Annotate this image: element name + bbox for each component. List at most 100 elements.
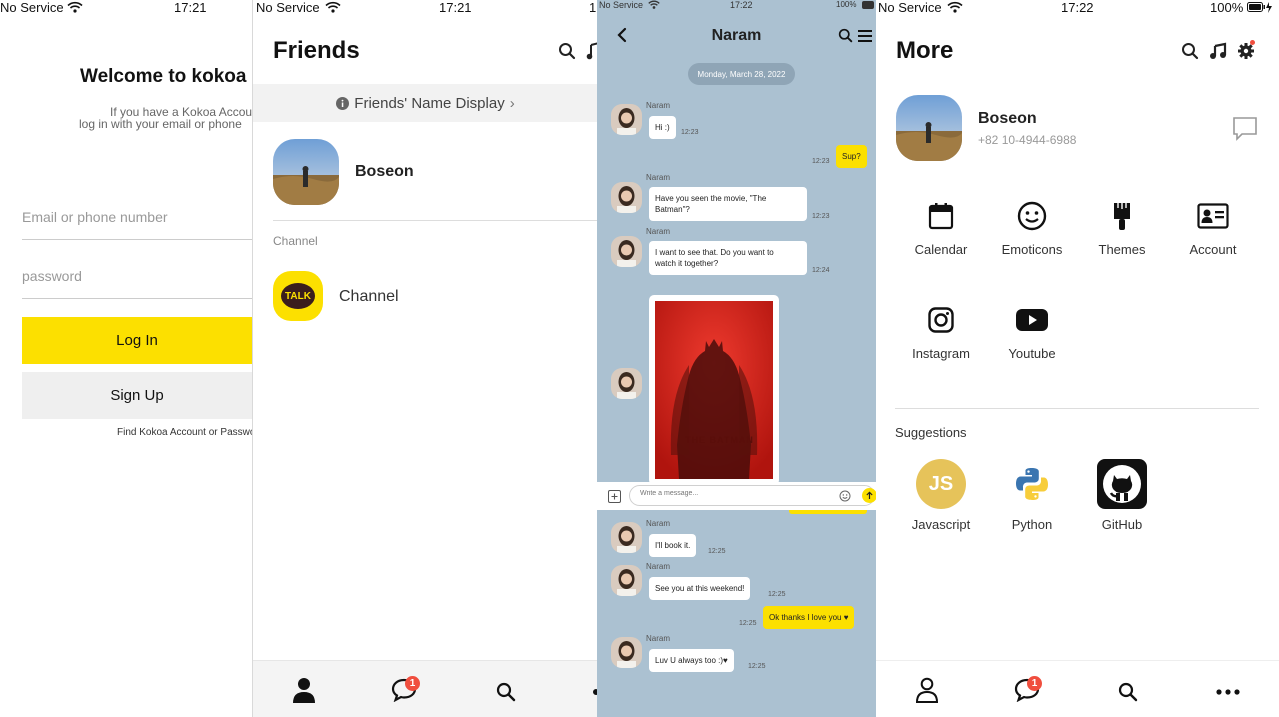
status-time: 17:22	[1061, 0, 1094, 15]
avatar[interactable]	[611, 368, 642, 399]
search-icon[interactable]	[1181, 42, 1199, 60]
youtube-icon	[987, 302, 1077, 338]
signup-button[interactable]: Sign Up	[22, 372, 252, 419]
section-label-suggestions: Suggestions	[895, 425, 967, 440]
channel-name[interactable]: Channel	[339, 288, 399, 306]
status-carrier: No Service	[878, 0, 942, 15]
message-input-wrapper	[629, 485, 876, 506]
sender-name: Naram	[646, 562, 671, 571]
chat-title: Naram	[711, 27, 762, 44]
email-field-wrapper	[22, 189, 252, 240]
message-bubble[interactable]: I'll book it.	[649, 534, 697, 557]
suggestion-github[interactable]: GitHub	[1077, 459, 1167, 532]
status-battery: 100%	[836, 0, 857, 9]
profile-name[interactable]: Boseon	[355, 163, 414, 181]
message-bubble[interactable]: I want to see that. Do you want to watch…	[649, 241, 807, 275]
instagram-icon	[896, 302, 986, 338]
suggestion-javascript[interactable]: JS Javascript	[896, 459, 986, 532]
message-bubble[interactable]: Hi :)	[649, 116, 676, 139]
smile-icon	[987, 198, 1077, 234]
message-time: 12:25	[708, 548, 726, 555]
menu-calendar[interactable]: Calendar	[896, 198, 986, 257]
sender-name: Naram	[646, 101, 671, 110]
avatar[interactable]	[611, 182, 642, 213]
search-icon[interactable]	[496, 682, 516, 702]
search-icon[interactable]	[838, 28, 853, 43]
send-button[interactable]	[862, 488, 876, 503]
avatar[interactable]	[611, 522, 642, 553]
message-time: 12:25	[748, 663, 766, 670]
message-text-line1: Have you seen the movie, "The	[655, 194, 767, 203]
message-input[interactable]	[638, 489, 832, 498]
emoji-icon[interactable]	[839, 490, 851, 502]
unread-badge: 1	[1027, 676, 1042, 691]
suggestion-python[interactable]: Python	[987, 459, 1077, 532]
login-button[interactable]: Log In	[22, 317, 252, 364]
password-field[interactable]	[22, 268, 252, 284]
suggestion-label: GitHub	[1101, 517, 1143, 532]
welcome-title: Welcome to kokoa C	[80, 66, 252, 87]
person-outline-icon[interactable]	[915, 677, 939, 703]
wifi-icon	[325, 1, 341, 13]
avatar[interactable]	[611, 236, 642, 267]
login-screen: No Service 17:21 Welcome to kokoa C If y…	[0, 0, 252, 717]
unread-badge: 1	[405, 676, 420, 691]
wifi-icon	[648, 0, 660, 9]
bottom-tab-bar: 1	[876, 660, 1279, 717]
message-time: 12:23	[681, 129, 699, 136]
message-time: 12:25	[739, 620, 757, 627]
menu-emoticons[interactable]: Emoticons	[987, 198, 1077, 257]
find-account-link[interactable]: Find Kokoa Account or Passwo	[117, 427, 252, 438]
status-carrier: No Service	[256, 0, 320, 15]
avatar[interactable]	[611, 565, 642, 596]
status-carrier: No Service	[599, 0, 644, 10]
menu-themes[interactable]: Themes	[1077, 198, 1167, 257]
menu-label: Account	[1189, 242, 1237, 257]
banner-label: Friends' Name Display	[354, 94, 505, 112]
person-icon[interactable]	[292, 677, 316, 703]
message-time: 12:23	[812, 158, 830, 165]
menu-youtube[interactable]: Youtube	[987, 302, 1077, 361]
message-bubble[interactable]: Have you seen the movie, "The Batman"?	[649, 187, 807, 221]
search-icon[interactable]	[1118, 682, 1138, 702]
notification-dot	[1250, 40, 1255, 45]
menu-account[interactable]: Account	[1168, 198, 1258, 257]
sender-name: Naram	[646, 227, 671, 236]
message-bubble-mine[interactable]: Ok thanks I love you ♥	[763, 606, 855, 629]
suggestion-label: Python	[1011, 517, 1053, 532]
menu-icon[interactable]	[858, 30, 872, 42]
profile-phone: +82 10-4944-6988	[978, 133, 1077, 147]
attach-plus-icon[interactable]	[608, 490, 621, 503]
message-composer	[597, 482, 876, 510]
message-bubble[interactable]: Luv U always too :)♥	[649, 649, 734, 672]
message-text-line2: watch it together?	[655, 259, 719, 268]
image-message[interactable]: THE BATMAN	[649, 295, 779, 485]
menu-label: Instagram	[912, 346, 970, 361]
avatar[interactable]	[896, 95, 962, 161]
wifi-icon	[67, 1, 83, 13]
message-text-line1: I want to see that. Do you want to	[655, 248, 774, 257]
friends-screen: No Service 17:21 1( Friends Friends' Nam…	[252, 0, 598, 717]
profile-name[interactable]: Boseon	[978, 110, 1037, 128]
message-bubble-mine[interactable]: Sup?	[836, 145, 867, 168]
battery-icon	[862, 1, 874, 9]
avatar[interactable]	[611, 637, 642, 668]
name-display-banner[interactable]: Friends' Name Display ›	[253, 84, 598, 122]
avatar[interactable]	[611, 104, 642, 135]
password-field-wrapper	[22, 248, 252, 299]
search-icon[interactable]	[558, 42, 576, 60]
more-dots-icon[interactable]	[1216, 689, 1240, 695]
chat-bubble-icon[interactable]	[1232, 116, 1258, 142]
chevron-right-icon: ›	[509, 94, 515, 112]
menu-instagram[interactable]: Instagram	[896, 302, 986, 361]
login-description-line2: log in with your email or phone	[79, 117, 242, 131]
kakaotalk-channel-logo[interactable]: TALK	[273, 271, 323, 321]
menu-label: Emoticons	[1001, 242, 1063, 257]
menu-label: Themes	[1098, 242, 1146, 257]
message-bubble[interactable]: See you at this weekend!	[649, 577, 751, 600]
music-icon[interactable]	[1209, 42, 1227, 60]
email-field[interactable]	[22, 209, 252, 225]
section-label-channel: Channel	[273, 234, 318, 248]
divider	[273, 220, 598, 221]
avatar[interactable]	[273, 139, 339, 205]
